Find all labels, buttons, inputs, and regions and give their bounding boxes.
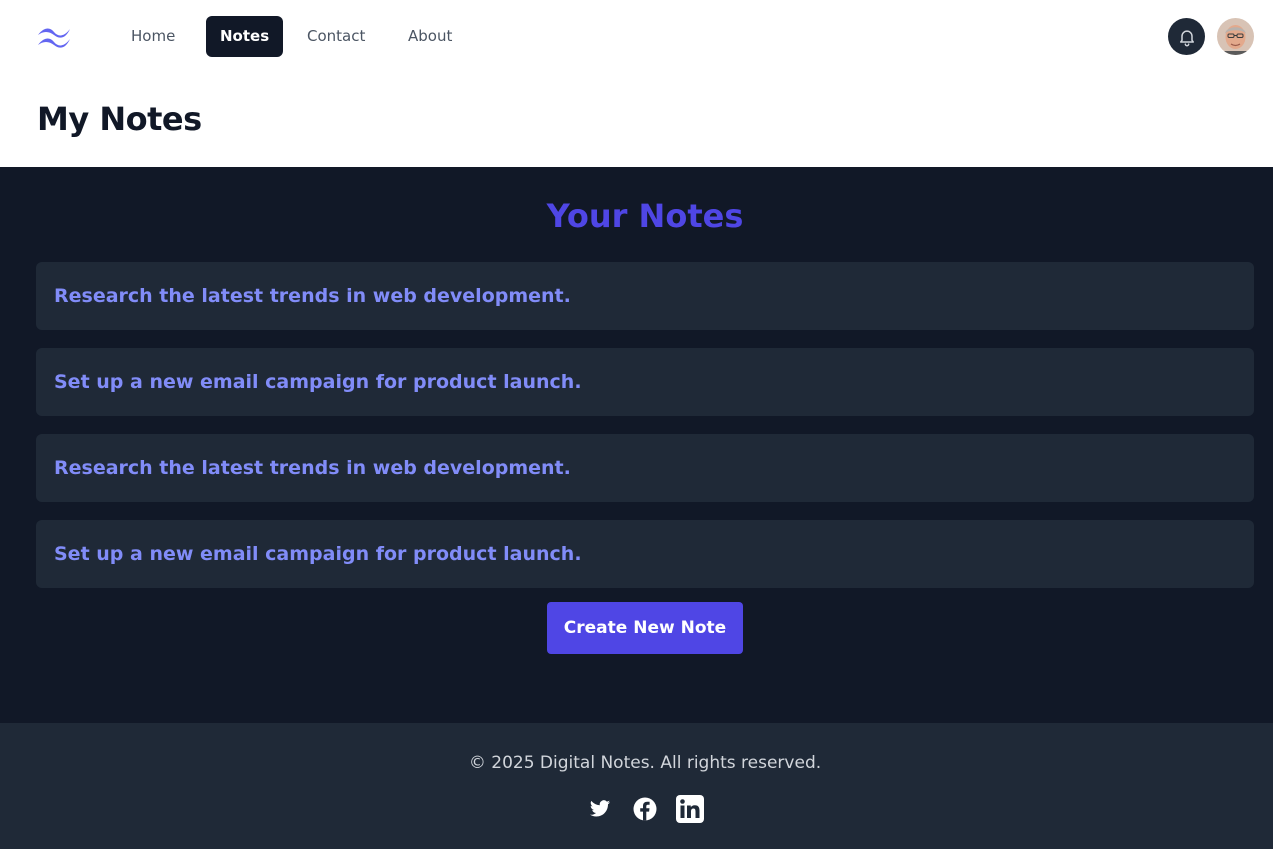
note-card[interactable]: Research the latest trends in web develo…: [36, 262, 1254, 330]
notes-section: Your Notes Research the latest trends in…: [0, 167, 1273, 723]
nav-link-home[interactable]: Home: [117, 16, 189, 57]
nav-link-about[interactable]: About: [394, 16, 466, 57]
note-text: Set up a new email campaign for product …: [54, 371, 582, 393]
page-title: My Notes: [37, 100, 202, 138]
footer: © 2025 Digital Notes. All rights reserve…: [0, 723, 1273, 849]
twitter-icon[interactable]: [586, 795, 614, 823]
nav-link-notes[interactable]: Notes: [206, 16, 284, 57]
copyright-text: © 2025 Digital Notes. All rights reserve…: [468, 753, 822, 773]
top-navbar: Home Notes Contact About: [0, 0, 1273, 75]
facebook-icon[interactable]: [631, 795, 659, 823]
section-title: Your Notes: [546, 197, 744, 235]
create-new-note-button[interactable]: Create New Note: [547, 602, 743, 654]
nav-link-contact[interactable]: Contact: [293, 16, 379, 57]
note-text: Research the latest trends in web develo…: [54, 285, 571, 307]
note-card[interactable]: Set up a new email campaign for product …: [36, 520, 1254, 588]
user-avatar[interactable]: [1217, 18, 1254, 55]
note-text: Research the latest trends in web develo…: [54, 457, 571, 479]
linkedin-icon[interactable]: [676, 795, 704, 823]
logo-icon[interactable]: [36, 24, 72, 48]
bell-icon[interactable]: [1168, 18, 1205, 55]
note-card[interactable]: Research the latest trends in web develo…: [36, 434, 1254, 502]
note-card[interactable]: Set up a new email campaign for product …: [36, 348, 1254, 416]
note-text: Set up a new email campaign for product …: [54, 543, 582, 565]
